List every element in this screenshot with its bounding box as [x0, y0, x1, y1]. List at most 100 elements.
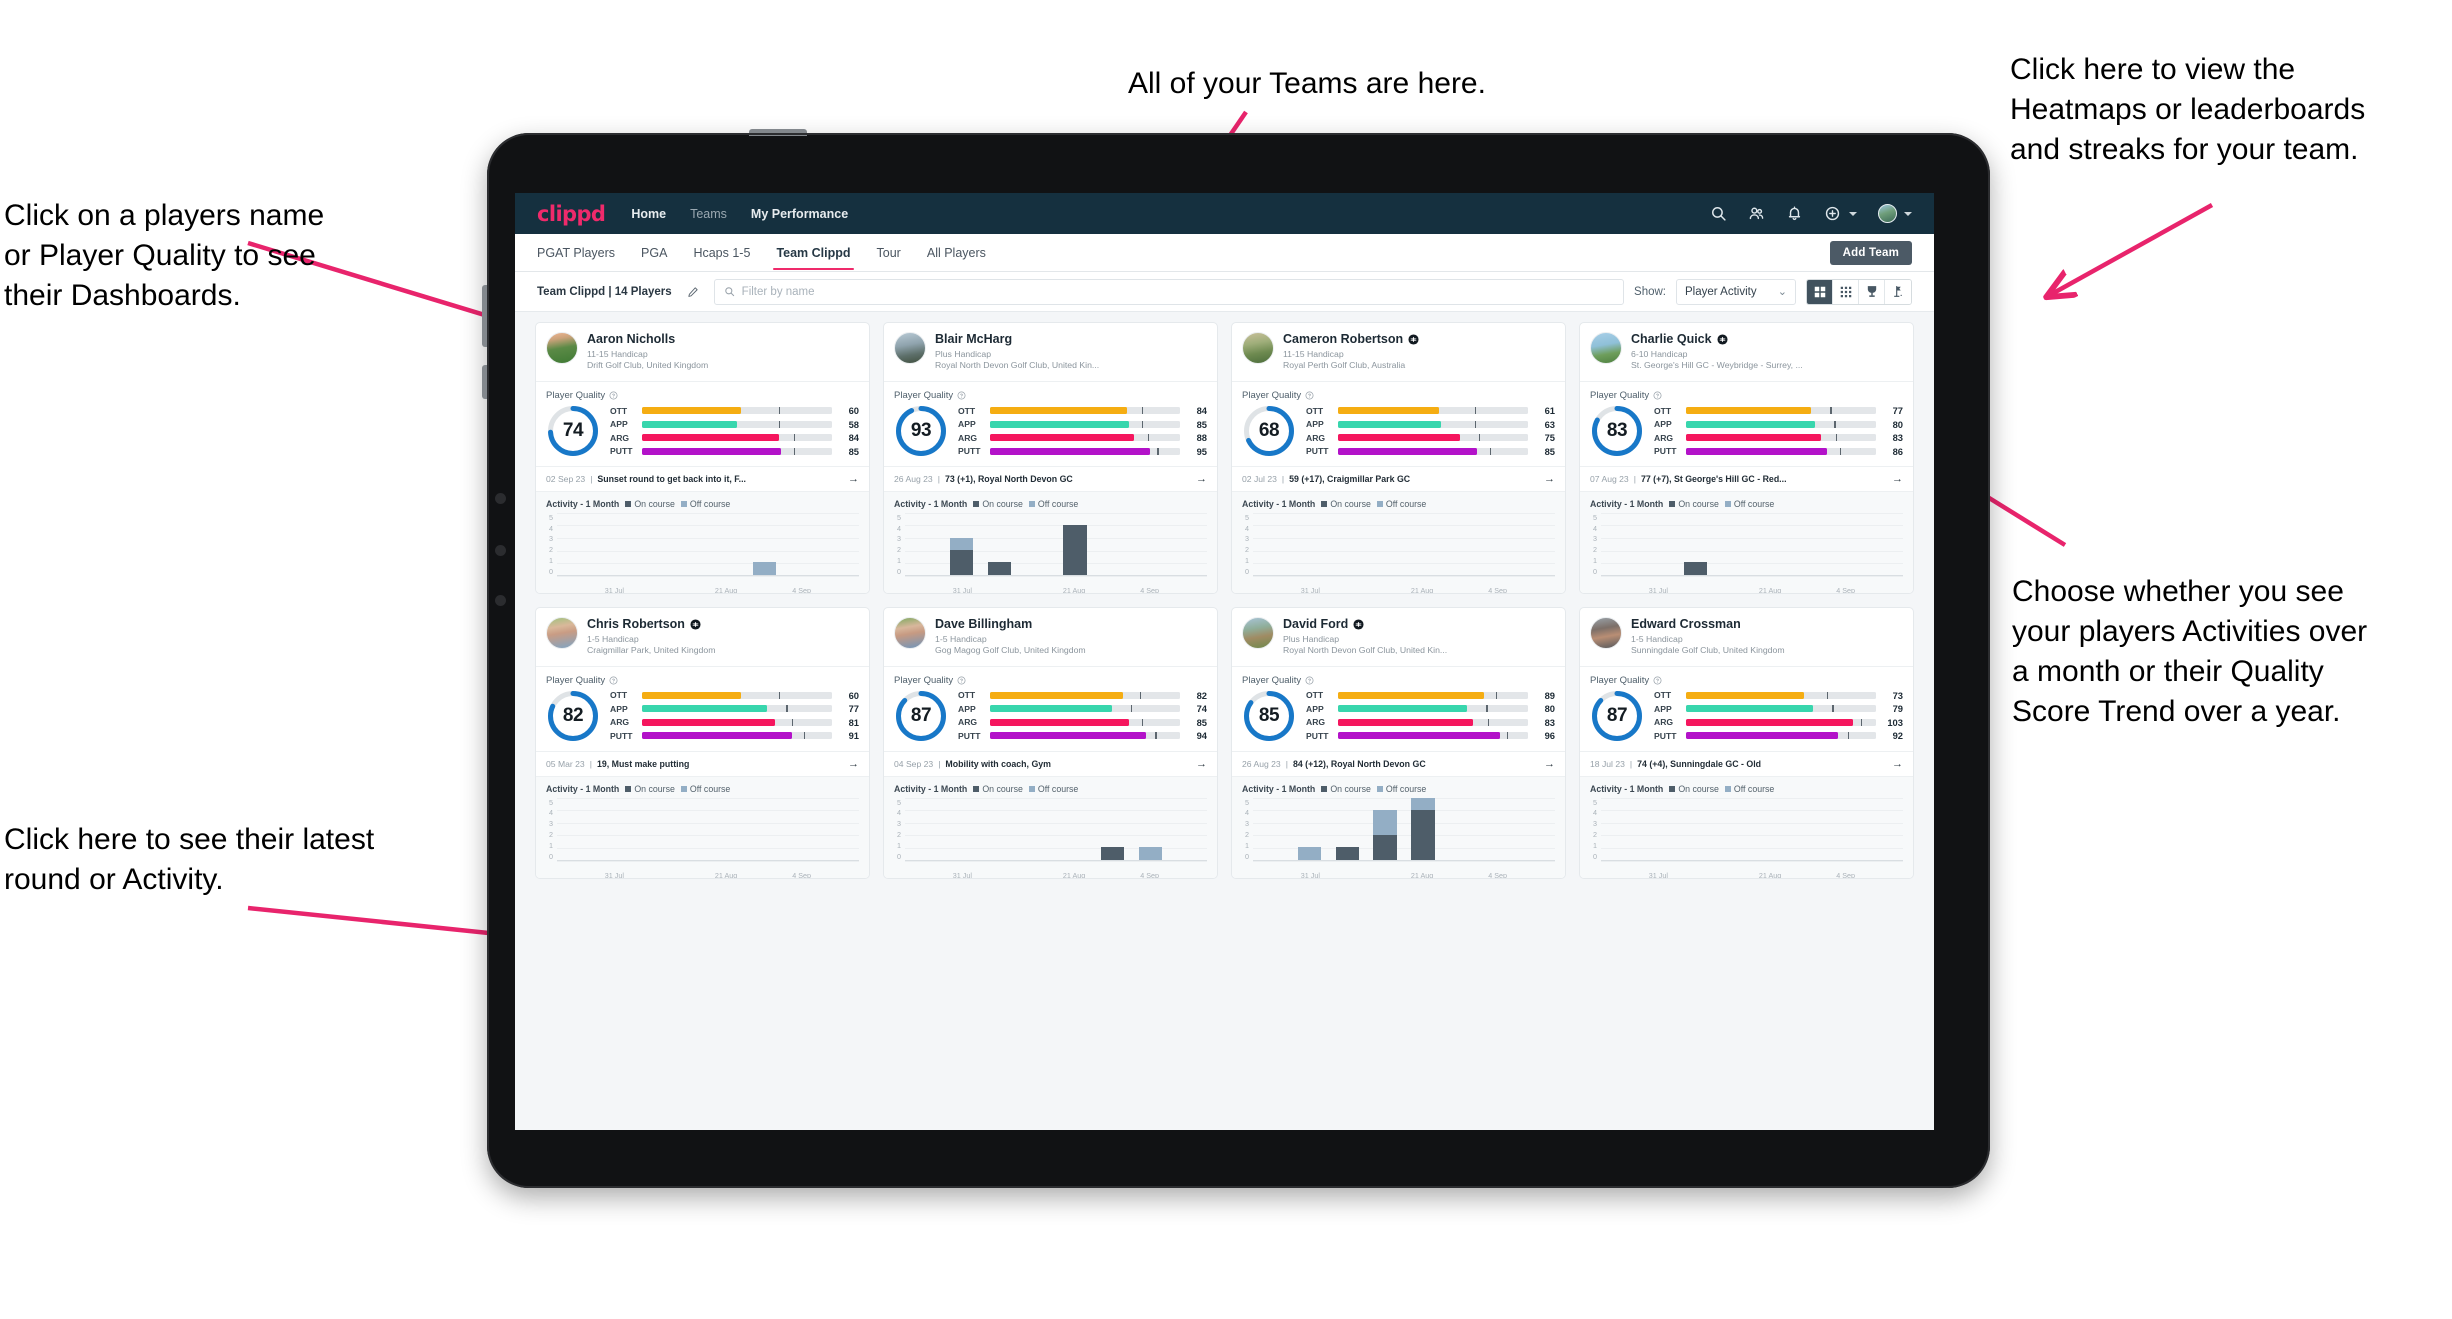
player-quality-section[interactable]: Player Quality 87 OTT 82 APP 74 ARG 85 P… — [884, 667, 1217, 752]
help-circle-icon[interactable] — [957, 391, 966, 400]
volume-up-button[interactable] — [482, 285, 488, 347]
player-name[interactable]: Blair McHarg — [935, 332, 1207, 346]
help-circle-icon[interactable] — [1305, 391, 1314, 400]
latest-round-row[interactable]: 04 Sep 23 | Mobility with coach, Gym → — [884, 752, 1217, 777]
latest-round-row[interactable]: 02 Sep 23 | Sunset round to get back int… — [536, 467, 869, 492]
player-name[interactable]: Chris Robertson — [587, 617, 859, 631]
latest-round-row[interactable]: 26 Aug 23 | 84 (+12), Royal North Devon … — [1232, 752, 1565, 777]
arrow-right-icon[interactable]: → — [1537, 758, 1555, 770]
player-name[interactable]: Aaron Nicholls — [587, 332, 859, 346]
player-card-header[interactable]: Cameron Robertson 11-15 Handicap Royal P… — [1232, 323, 1565, 382]
chevron-down-icon[interactable] — [1849, 211, 1857, 216]
avatar[interactable] — [1878, 204, 1897, 223]
player-name[interactable]: David Ford — [1283, 617, 1555, 631]
player-card-header[interactable]: Chris Robertson 1-5 Handicap Craigmillar… — [536, 608, 869, 667]
player-name[interactable]: Charlie Quick — [1631, 332, 1903, 346]
metric-bar-fill — [642, 447, 781, 455]
player-quality-section[interactable]: Player Quality 74 OTT 60 APP 58 ARG 84 P… — [536, 382, 869, 467]
player-name[interactable]: Edward Crossman — [1631, 617, 1903, 631]
activity-header: Activity - 1 Month On course Off course — [1242, 499, 1555, 509]
activity-on-course-segment — [1411, 810, 1435, 860]
player-card-header[interactable]: Edward Crossman 1-5 Handicap Sunningdale… — [1580, 608, 1913, 667]
player-avatar[interactable] — [546, 332, 578, 364]
chevron-down-icon[interactable] — [1904, 211, 1912, 216]
player-quality-section[interactable]: Player Quality 87 OTT 73 APP 79 ARG 103 … — [1580, 667, 1913, 752]
player-card-header[interactable]: Blair McHarg Plus Handicap Royal North D… — [884, 323, 1217, 382]
view-leaderboard-button[interactable] — [1859, 279, 1885, 304]
view-grid-large-button[interactable] — [1807, 279, 1833, 304]
player-avatar[interactable] — [894, 616, 926, 649]
player-quality-section[interactable]: Player Quality 83 OTT 77 APP 80 ARG 83 P… — [1580, 382, 1913, 467]
view-heatmap-button[interactable] — [1885, 279, 1911, 304]
help-circle-icon[interactable] — [1305, 676, 1314, 685]
plus-circle-icon[interactable] — [1824, 205, 1841, 222]
show-label: Show: — [1634, 285, 1666, 298]
arrow-right-icon[interactable]: → — [841, 758, 859, 770]
player-card[interactable]: Dave Billingham 1-5 Handicap Gog Magog G… — [883, 606, 1218, 879]
latest-round-row[interactable]: 05 Mar 23 | 19, Must make putting → — [536, 752, 869, 777]
bell-icon[interactable] — [1786, 205, 1803, 222]
player-avatar[interactable] — [1242, 616, 1274, 649]
view-grid-dense-button[interactable] — [1833, 279, 1859, 304]
metric-benchmark-marker — [794, 447, 796, 455]
add-team-button[interactable]: Add Team — [1829, 240, 1912, 265]
player-avatar[interactable] — [1590, 332, 1622, 364]
pencil-icon[interactable] — [682, 281, 704, 303]
player-name[interactable]: Dave Billingham — [935, 617, 1207, 631]
help-circle-icon[interactable] — [1653, 391, 1662, 400]
help-circle-icon[interactable] — [609, 676, 618, 685]
player-quality-section[interactable]: Player Quality 85 OTT 89 APP 80 ARG 83 P… — [1232, 667, 1565, 752]
arrow-right-icon[interactable]: → — [1885, 473, 1903, 485]
help-circle-icon[interactable] — [957, 676, 966, 685]
tab-tour[interactable]: Tour — [877, 236, 901, 269]
show-select[interactable]: Player Activity ⌄ — [1676, 278, 1796, 305]
search-icon[interactable] — [1710, 205, 1727, 222]
player-avatar[interactable] — [894, 332, 926, 364]
arrow-right-icon[interactable]: → — [1189, 473, 1207, 485]
player-avatar[interactable] — [1242, 332, 1274, 364]
tab-all-players[interactable]: All Players — [927, 236, 986, 269]
help-circle-icon[interactable] — [609, 391, 618, 400]
player-card[interactable]: Edward Crossman 1-5 Handicap Sunningdale… — [1579, 606, 1914, 879]
metric-bar-track — [990, 691, 1180, 699]
tab-pga[interactable]: PGA — [641, 236, 667, 269]
help-circle-icon[interactable] — [1653, 676, 1662, 685]
player-card[interactable]: Cameron Robertson 11-15 Handicap Royal P… — [1231, 322, 1566, 594]
arrow-right-icon[interactable]: → — [1537, 473, 1555, 485]
power-button[interactable] — [749, 129, 807, 136]
player-card[interactable]: David Ford Plus Handicap Royal North Dev… — [1231, 606, 1566, 879]
player-avatar[interactable] — [546, 616, 578, 649]
player-card-header[interactable]: Dave Billingham 1-5 Handicap Gog Magog G… — [884, 608, 1217, 667]
player-card[interactable]: Chris Robertson 1-5 Handicap Craigmillar… — [535, 606, 870, 879]
arrow-right-icon[interactable]: → — [1189, 758, 1207, 770]
player-card-header[interactable]: David Ford Plus Handicap Royal North Dev… — [1232, 608, 1565, 667]
tab-hcaps-1-5[interactable]: Hcaps 1-5 — [693, 236, 750, 269]
clippd-logo[interactable]: clippd — [537, 202, 606, 226]
y-tick: 1 — [1593, 556, 1597, 566]
latest-round-row[interactable]: 02 Jul 23 | 59 (+17), Craigmillar Park G… — [1232, 467, 1565, 492]
search-input[interactable]: Filter by name — [713, 278, 1625, 305]
latest-round-row[interactable]: 07 Aug 23 | 77 (+7), St George's Hill GC… — [1580, 467, 1913, 492]
player-card-header[interactable]: Aaron Nicholls 11-15 Handicap Drift Golf… — [536, 323, 869, 382]
player-avatar[interactable] — [1590, 616, 1622, 649]
nav-teams[interactable]: Teams — [690, 207, 727, 221]
player-name[interactable]: Cameron Robertson — [1283, 332, 1555, 346]
player-card-header[interactable]: Charlie Quick 6-10 Handicap St. George's… — [1580, 323, 1913, 382]
player-card[interactable]: Aaron Nicholls 11-15 Handicap Drift Golf… — [535, 322, 870, 594]
tab-pgat-players[interactable]: PGAT Players — [537, 236, 615, 269]
player-quality-section[interactable]: Player Quality 93 OTT 84 APP 85 ARG 88 P… — [884, 382, 1217, 467]
player-card[interactable]: Blair McHarg Plus Handicap Royal North D… — [883, 322, 1218, 594]
player-card[interactable]: Charlie Quick 6-10 Handicap St. George's… — [1579, 322, 1914, 594]
latest-round-row[interactable]: 18 Jul 23 | 74 (+4), Sunningdale GC - Ol… — [1580, 752, 1913, 777]
tab-team-clippd[interactable]: Team Clippd — [773, 236, 854, 270]
nav-my-performance[interactable]: My Performance — [751, 207, 848, 221]
arrow-right-icon[interactable]: → — [841, 473, 859, 485]
metric-value: 61 — [1544, 405, 1555, 417]
player-quality-section[interactable]: Player Quality 68 OTT 61 APP 63 ARG 75 P… — [1232, 382, 1565, 467]
people-icon[interactable] — [1748, 205, 1765, 222]
volume-down-button[interactable] — [482, 365, 488, 399]
nav-home[interactable]: Home — [631, 207, 666, 221]
player-quality-section[interactable]: Player Quality 82 OTT 60 APP 77 ARG 81 P… — [536, 667, 869, 752]
latest-round-row[interactable]: 26 Aug 23 | 73 (+1), Royal North Devon G… — [884, 467, 1217, 492]
arrow-right-icon[interactable]: → — [1885, 758, 1903, 770]
